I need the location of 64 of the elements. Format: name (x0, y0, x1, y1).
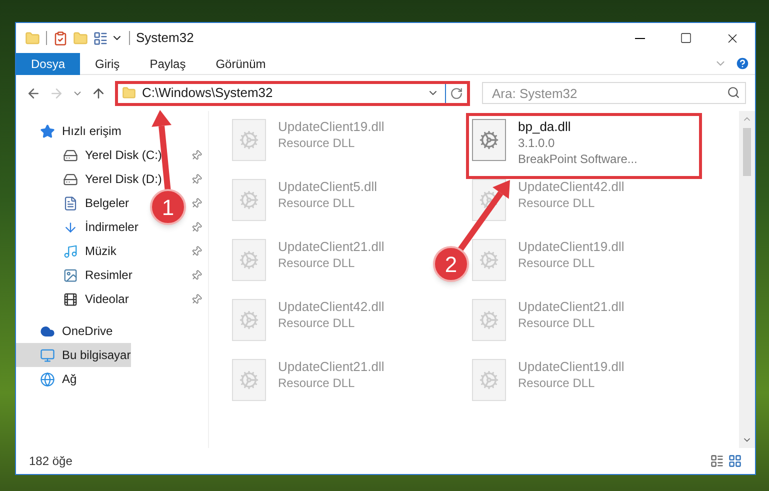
ribbon-tab[interactable]: Görünüm (200, 52, 281, 74)
sidebar-item[interactable]: Ağ (40, 367, 77, 391)
sidebar-item[interactable]: Müzik (63, 239, 116, 263)
ribbon-tab[interactable]: Dosya (16, 52, 80, 74)
file-detail: Resource DLL (518, 195, 596, 211)
properties-icon[interactable] (53, 30, 68, 46)
file-detail: Resource DLL (278, 315, 356, 331)
file-name: UpdateClient21.dll (278, 359, 384, 375)
sidebar-item[interactable]: OneDrive (40, 319, 113, 343)
sidebar-item[interactable]: İndirmeler (63, 215, 138, 239)
details-view-icon[interactable] (710, 454, 724, 468)
computer-icon (40, 348, 55, 362)
gear-file-icon[interactable] (472, 119, 506, 161)
file-detail: Resource DLL (518, 255, 596, 271)
search-field[interactable]: Ara: System32 (482, 82, 746, 104)
music-note-icon (63, 244, 78, 258)
sidebar-item[interactable]: Yerel Disk (D:) (63, 167, 162, 191)
file-name: UpdateClient5.dll (278, 179, 378, 195)
sidebar-item[interactable]: Yerel Disk (C:) (63, 143, 162, 167)
sidebar-item[interactable]: Belgeler (63, 191, 130, 215)
file-name: UpdateClient42.dll (518, 179, 624, 195)
file-detail: BreakPoint Software... (518, 151, 638, 167)
ribbon-tab[interactable]: Paylaş (134, 52, 201, 74)
cloud-icon (40, 324, 55, 338)
sidebar-item[interactable]: Bu bilgisayar (16, 343, 131, 367)
sidebar-item[interactable]: Resimler (63, 263, 132, 287)
file-detail: Resource DLL (278, 135, 356, 151)
file-name: UpdateClient21.dll (518, 299, 624, 315)
file-detail: Resource DLL (518, 315, 596, 331)
sidebar-item[interactable]: Videolar (63, 287, 129, 311)
window-title: System32 (136, 29, 194, 48)
file-detail: 3.1.0.0 (518, 135, 556, 151)
help-icon[interactable] (735, 56, 750, 71)
maximize-icon (680, 32, 692, 44)
file-detail: Resource DLL (278, 375, 356, 391)
search-icon[interactable] (727, 86, 740, 99)
callout-arrow (458, 180, 510, 252)
star-icon (40, 124, 55, 138)
drive-icon (63, 172, 78, 186)
file-name: UpdateClient19.dll (278, 119, 384, 135)
file-detail: Resource DLL (278, 195, 356, 211)
view-options-icon[interactable] (93, 30, 108, 46)
file-name: UpdateClient42.dll (278, 299, 384, 315)
address-field[interactable]: C:\Windows\System32 (115, 80, 470, 106)
file-detail: Resource DLL (518, 375, 596, 391)
scrollbar-thumb[interactable] (743, 128, 751, 176)
network-icon (40, 372, 55, 386)
refresh-icon[interactable] (450, 86, 463, 100)
picture-icon (63, 268, 78, 282)
drive-icon (63, 148, 78, 162)
ribbon-tab[interactable]: Giriş (80, 52, 135, 74)
file-name: UpdateClient21.dll (278, 239, 384, 255)
document-icon (63, 196, 78, 210)
file-detail: Resource DLL (278, 255, 356, 271)
scrollbar[interactable] (739, 111, 755, 448)
folder-icon (122, 86, 136, 100)
sidebar-item[interactable]: Hızlı erişim (40, 119, 122, 143)
file-name: UpdateClient19.dll (518, 359, 624, 375)
film-icon (63, 292, 78, 306)
item-count: 182 öğe (29, 453, 72, 470)
large-icons-view-icon[interactable] (728, 454, 742, 468)
file-name: bp_da.dll (518, 119, 572, 135)
download-arrow-icon (63, 220, 78, 234)
file-name: UpdateClient19.dll (518, 239, 624, 255)
